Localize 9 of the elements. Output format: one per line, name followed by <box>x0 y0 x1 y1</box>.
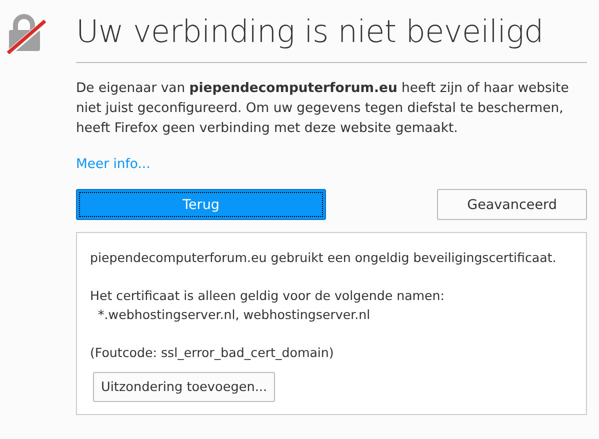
add-exception-button[interactable]: Uitzondering toevoegen... <box>93 372 276 402</box>
certificate-message: piependecomputerforum.eu gebruikt een ongeldig beveiligingscertificaat. <box>90 249 558 267</box>
advanced-button[interactable]: Geavanceerd <box>437 189 587 220</box>
page-title: Uw verbinding is niet beveiligd <box>76 14 587 63</box>
broken-lock-icon <box>4 12 46 54</box>
valid-names-intro: Het certificaat is alleen geldig voor de volgende namen: <box>90 287 446 305</box>
error-description: De eigenaar van piependecomputerforum.eu heeft zijn of haar website niet juist geconfigureerd. Om uw gegevens tegen diefstal te beschermen, heeft Firefox geen verbinding met deze website gemaakt. <box>76 80 570 138</box>
error-code: (Foutcode: ssl_error_bad_cert_domain) <box>90 344 335 362</box>
valid-names: *.webhostingserver.nl, webhostingserver.nl <box>97 306 372 324</box>
